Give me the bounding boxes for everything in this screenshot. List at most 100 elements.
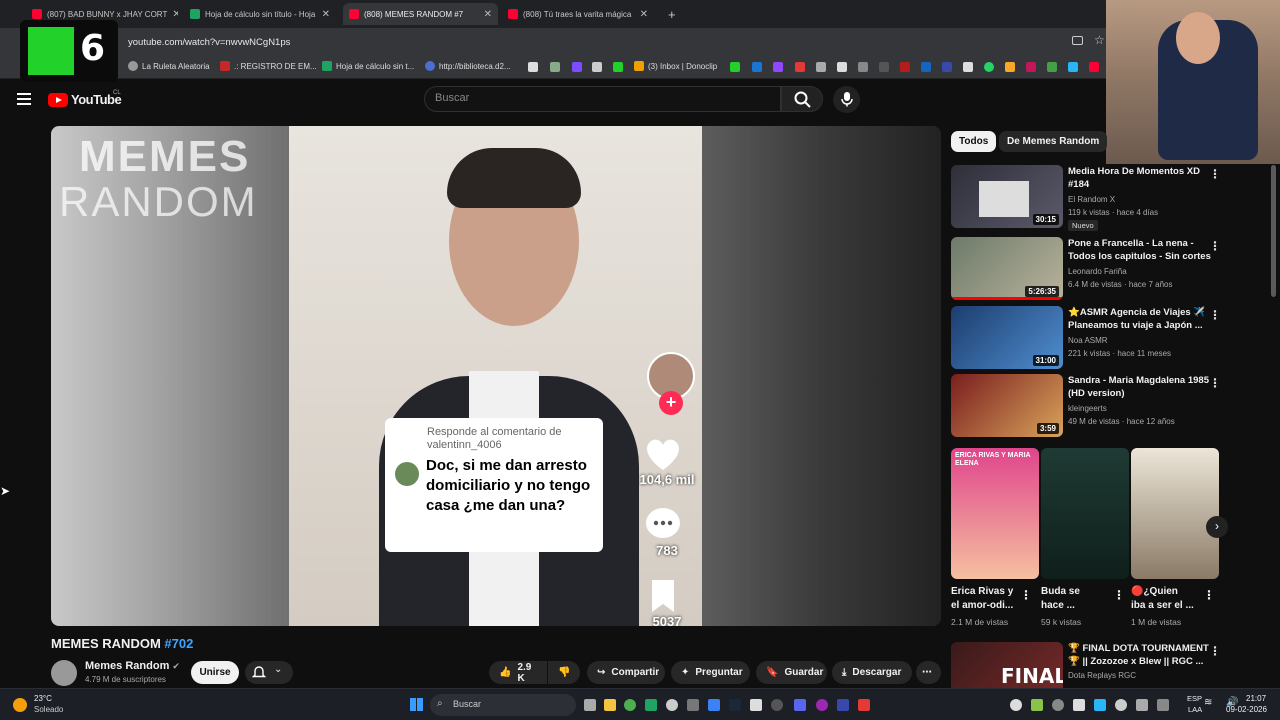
discord-icon[interactable] xyxy=(794,699,806,711)
bookmark-icon[interactable] xyxy=(528,62,538,72)
tray-icon[interactable] xyxy=(1031,699,1043,711)
windows-start-icon[interactable] xyxy=(410,698,423,711)
more-icon[interactable]: ⋮ xyxy=(1209,644,1221,658)
microphone-icon[interactable] xyxy=(1136,699,1148,711)
bookmark-item[interactable]: Hoja de cálculo sin t... xyxy=(322,61,414,71)
more-icon[interactable]: ⋮ xyxy=(1209,239,1221,253)
video-thumbnail[interactable]: 5:26:35 xyxy=(951,237,1063,300)
chevron-right-icon[interactable]: › xyxy=(1206,516,1228,538)
app-icon[interactable] xyxy=(858,699,870,711)
chevron-up-icon[interactable] xyxy=(1157,699,1169,711)
recommended-video[interactable]: FINAL 🏆 FINAL DOTA TOURNAMENT 🏆 || Zozoz… xyxy=(951,642,1241,688)
scrollbar[interactable] xyxy=(1271,165,1276,297)
voice-search-button[interactable] xyxy=(833,86,860,113)
wifi-icon[interactable]: ≋ xyxy=(1204,697,1212,708)
taskbar-search[interactable]: Buscar ⌕ xyxy=(430,694,576,716)
short-thumbnail[interactable]: ERICA RIVAS Y MARIA ELENA xyxy=(951,448,1039,579)
tray-icon[interactable] xyxy=(1115,699,1127,711)
new-tab-button[interactable]: + xyxy=(662,3,682,25)
browser-tab[interactable]: Hoja de cálculo sin título - Hoja ✕ xyxy=(184,3,336,25)
browser-tab[interactable]: (808) Tú traes la varita mágica ✕ xyxy=(502,3,654,25)
close-icon[interactable]: ✕ xyxy=(322,9,330,20)
chrome-icon[interactable] xyxy=(624,699,636,711)
bookmark-icon[interactable] xyxy=(858,62,868,72)
short-thumbnail[interactable] xyxy=(1041,448,1129,579)
tray-icon[interactable] xyxy=(1010,699,1022,711)
whatsapp-icon[interactable] xyxy=(984,62,994,72)
more-icon[interactable]: ⋮ xyxy=(1020,588,1032,602)
bookmark-icon[interactable] xyxy=(900,62,910,72)
bookmark-icon[interactable] xyxy=(795,62,805,72)
bookmark-icon[interactable] xyxy=(963,62,973,72)
video-thumbnail[interactable]: 31:00 xyxy=(951,306,1063,369)
bookmark-icon[interactable] xyxy=(921,62,931,72)
more-actions-button[interactable]: ⋯ xyxy=(916,661,941,684)
search-button[interactable] xyxy=(781,86,823,112)
twitch-icon[interactable] xyxy=(773,62,783,72)
recommended-video[interactable]: 31:00 ⭐ASMR Agencia de Viajes ✈️ Planeam… xyxy=(951,306,1241,371)
steam-icon[interactable] xyxy=(729,699,741,711)
bookmark-item[interactable]: La Ruleta Aleatoria xyxy=(128,61,210,71)
bookmark-item[interactable]: http://biblioteca.d2... xyxy=(425,61,511,71)
tray-icon[interactable] xyxy=(1073,699,1085,711)
channel-name[interactable]: Memes Random ✔ xyxy=(85,660,180,672)
youtube-logo[interactable]: YouTube xyxy=(48,92,122,107)
share-button[interactable]: ↪ Compartir xyxy=(587,661,665,684)
filter-chip-all[interactable]: Todos xyxy=(951,131,997,152)
bookmark-icon[interactable] xyxy=(613,62,623,72)
bookmark-icon[interactable] xyxy=(1047,62,1057,72)
save-button[interactable]: 🔖 Guardar xyxy=(756,661,827,684)
filter-chip-channel[interactable]: De Memes Random xyxy=(999,131,1108,152)
app-icon[interactable] xyxy=(771,699,783,711)
notifications-button[interactable]: ⌄ xyxy=(245,661,293,684)
bookmark-icon[interactable] xyxy=(837,62,847,72)
search-input[interactable]: Buscar xyxy=(424,86,781,112)
recommended-video[interactable]: 5:26:35 Pone a Francella - La nena - Tod… xyxy=(951,237,1241,302)
short-thumbnail[interactable] xyxy=(1131,448,1219,579)
dislike-button[interactable]: 👎 xyxy=(548,661,580,684)
hashtag-link[interactable]: #702 xyxy=(164,636,193,651)
close-icon[interactable]: ✕ xyxy=(172,9,178,20)
star-icon[interactable]: ☆ xyxy=(1094,33,1105,47)
ask-button[interactable]: ✦ Preguntar xyxy=(671,661,750,684)
tray-icon[interactable] xyxy=(1094,699,1106,711)
video-thumbnail[interactable]: 30:15 xyxy=(951,165,1063,228)
app-icon[interactable] xyxy=(708,699,720,711)
bookmark-icon[interactable] xyxy=(730,62,740,72)
bookmark-icon[interactable] xyxy=(879,62,889,72)
app-icon[interactable] xyxy=(687,699,699,711)
recommended-video[interactable]: 30:15 Media Hora De Momentos XD #184 El … xyxy=(951,165,1241,231)
bookmark-item[interactable]: .: REGISTRO DE EM... xyxy=(220,61,317,71)
bookmark-icon[interactable] xyxy=(1005,62,1015,72)
bookmark-icon[interactable] xyxy=(550,62,560,72)
bookmark-icon[interactable] xyxy=(592,62,602,72)
app-icon[interactable] xyxy=(816,699,828,711)
more-icon[interactable]: ⋮ xyxy=(1209,308,1221,322)
close-icon[interactable]: ✕ xyxy=(640,9,648,20)
more-icon[interactable]: ⋮ xyxy=(1113,588,1125,602)
video-thumbnail[interactable]: FINAL xyxy=(951,642,1063,688)
bookmark-icon[interactable] xyxy=(1089,62,1099,72)
recommended-video[interactable]: 3:59 Sandra - Maria Magdalena 1985 (HD v… xyxy=(951,374,1241,439)
weather-icon[interactable] xyxy=(13,698,27,712)
file-explorer-icon[interactable] xyxy=(604,699,616,711)
close-icon[interactable]: ✕ xyxy=(484,9,492,20)
browser-tab-active[interactable]: (808) MEMES RANDOM #7 ✕ xyxy=(343,3,498,25)
bookmark-icon[interactable] xyxy=(942,62,952,72)
bookmark-icon[interactable] xyxy=(752,62,762,72)
telegram-icon[interactable] xyxy=(1068,62,1078,72)
video-thumbnail[interactable]: 3:59 xyxy=(951,374,1063,437)
sheets-icon[interactable] xyxy=(645,699,657,711)
app-icon[interactable] xyxy=(666,699,678,711)
join-button[interactable]: Unirse xyxy=(191,661,239,684)
more-icon[interactable]: ⋮ xyxy=(1203,588,1215,602)
url-field[interactable]: youtube.com/watch?v=nwvwNCgN1ps xyxy=(128,37,290,48)
bookmark-icon[interactable] xyxy=(1026,62,1036,72)
app-icon[interactable] xyxy=(837,699,849,711)
menu-icon[interactable] xyxy=(17,93,31,105)
bookmark-item[interactable]: (3) Inbox | Donoclip xyxy=(634,61,717,71)
like-button[interactable]: 👍 2.9 K xyxy=(489,661,547,684)
download-button[interactable]: ⤓ Descargar xyxy=(832,661,912,684)
app-icon[interactable] xyxy=(750,699,762,711)
task-view-icon[interactable] xyxy=(584,699,596,711)
